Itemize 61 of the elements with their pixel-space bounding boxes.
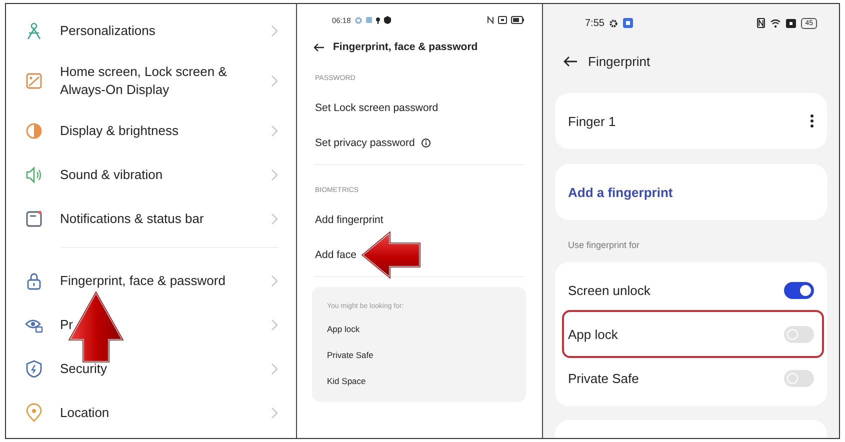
toggle-switch[interactable] — [784, 370, 814, 386]
app-badge-icon — [623, 18, 634, 28]
screen-icon — [498, 16, 507, 24]
wifi-icon — [770, 18, 782, 28]
toggle-switch[interactable] — [784, 282, 814, 298]
chevron-icon — [271, 213, 278, 225]
notification-icon — [24, 209, 44, 229]
setting-label[interactable]: Notifications & status bar — [60, 210, 255, 228]
speaker-icon — [24, 165, 44, 185]
chevron-icon — [271, 319, 278, 331]
menu-item[interactable]: Set privacy password — [315, 136, 415, 148]
setting-label[interactable]: Sound & vibration — [60, 166, 255, 184]
gear-icon — [354, 16, 362, 24]
setting-label[interactable]: Security — [60, 360, 255, 378]
chevron-icon — [271, 25, 278, 37]
screen-icon — [786, 18, 796, 28]
setting-label[interactable]: Personalizations — [60, 22, 255, 40]
menu-item[interactable]: Add fingerprint — [315, 214, 384, 226]
shield-icon — [384, 16, 391, 24]
suggestion-link[interactable]: Kid Space — [327, 376, 366, 386]
half-circle-icon — [24, 121, 44, 141]
setting-label[interactable]: Fingerprint, face & password — [60, 272, 255, 290]
arrow-annotation — [360, 230, 422, 280]
toggle-label: App lock — [568, 326, 618, 342]
toggle-switch[interactable] — [784, 326, 814, 342]
image-icon — [24, 71, 44, 91]
battery-icon — [511, 16, 524, 24]
location-pin-icon — [24, 403, 44, 423]
finger-card[interactable]: Finger 1 — [555, 93, 827, 149]
screen-title: Fingerprint, face & password — [333, 41, 478, 53]
section-label: Use fingerprint for — [567, 239, 641, 252]
back-arrow-icon[interactable] — [563, 56, 578, 67]
more-options-icon[interactable] — [810, 114, 814, 128]
setting-label[interactable]: Location — [60, 404, 255, 422]
menu-item[interactable]: Add face — [315, 248, 356, 260]
suggestion-link[interactable]: App lock — [327, 324, 360, 334]
suggestion-link[interactable]: Private Safe — [327, 350, 374, 360]
chevron-icon — [271, 169, 278, 181]
shield-icon — [24, 359, 44, 379]
pin-icon — [376, 16, 380, 24]
chevron-icon — [271, 275, 278, 287]
chevron-icon — [271, 125, 278, 137]
finger-name: Finger 1 — [568, 114, 616, 128]
add-fingerprint-link[interactable]: Add a fingerprint — [568, 184, 673, 200]
chevron-icon — [271, 75, 278, 87]
menu-item[interactable]: Set Lock screen password — [315, 102, 438, 114]
setting-label[interactable]: Display & brightness — [60, 122, 255, 140]
nfc-icon — [487, 16, 494, 24]
nfc-icon — [757, 18, 766, 28]
square-icon — [366, 17, 372, 23]
back-arrow-icon[interactable] — [313, 42, 325, 52]
chevron-icon — [271, 407, 278, 419]
setting-label[interactable]: Home screen, Lock screen & Always-On Display — [60, 63, 255, 99]
toggle-label: Screen unlock — [568, 282, 650, 298]
chevron-icon — [271, 363, 278, 375]
status-time: 7:55 — [585, 18, 604, 28]
screen-title: Fingerprint — [588, 54, 650, 69]
setting-label[interactable]: Pr — [60, 316, 255, 334]
gear-icon — [609, 18, 618, 28]
toggle-label: Private Safe — [568, 370, 639, 386]
add-fingerprint-card[interactable]: Add a fingerprint — [555, 164, 827, 220]
